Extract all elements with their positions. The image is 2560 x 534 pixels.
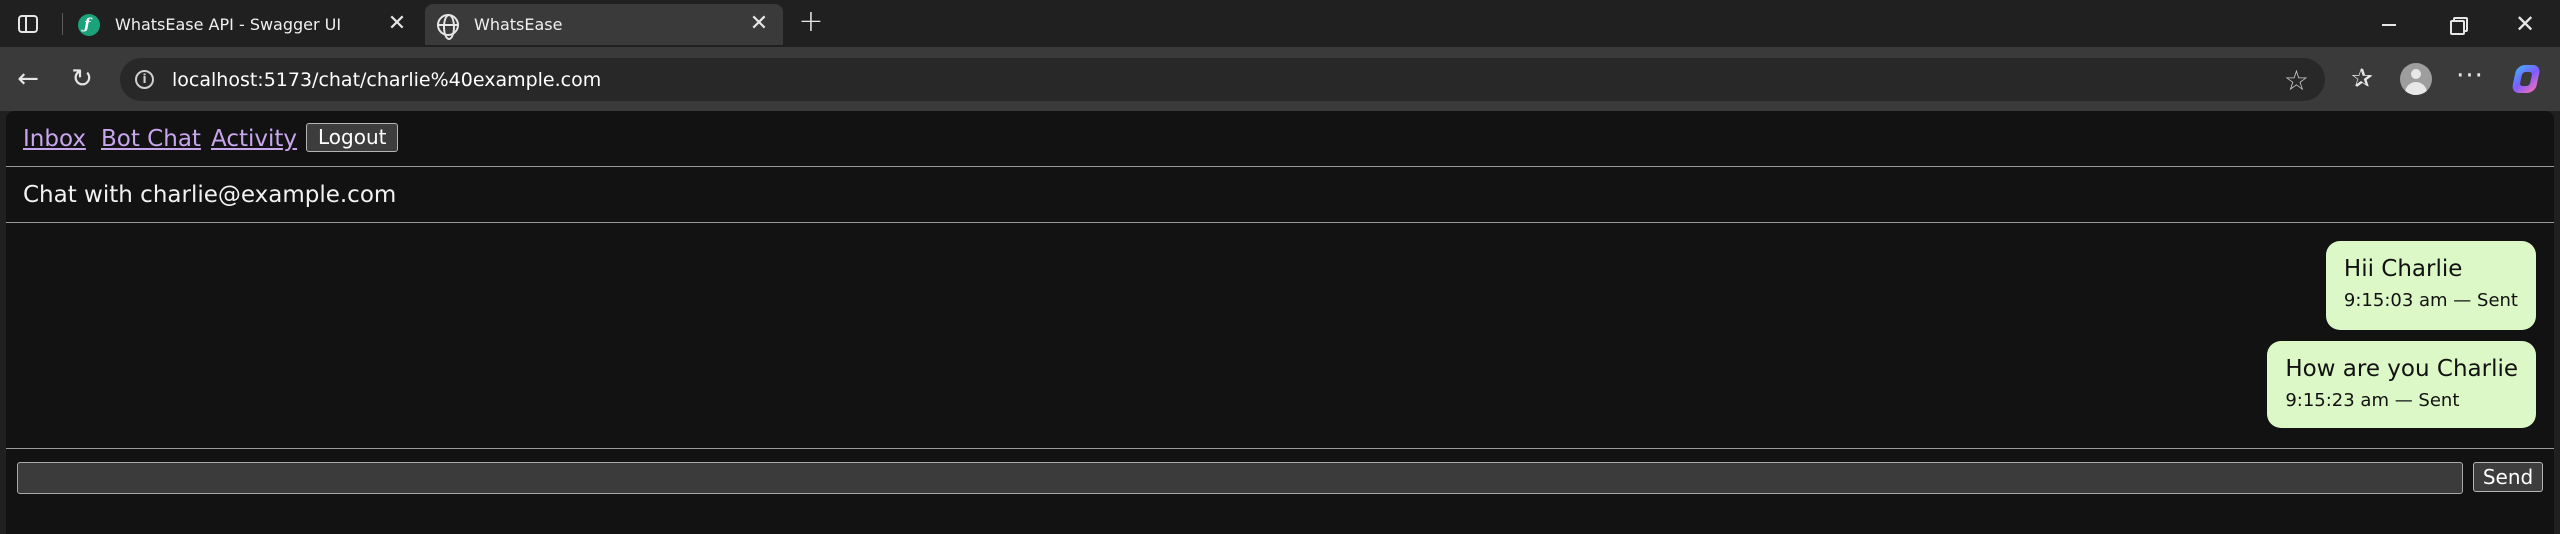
- logout-button[interactable]: Logout: [306, 123, 399, 152]
- site-info-icon[interactable]: i: [135, 70, 154, 89]
- message-meta: 9:15:03 am — Sent: [2343, 290, 2518, 311]
- url-text[interactable]: localhost:5173/chat/charlie%40example.co…: [172, 69, 601, 91]
- reload-icon[interactable]: ↻: [66, 63, 98, 95]
- nav-link-activity[interactable]: Activity: [211, 126, 297, 152]
- close-icon[interactable]: ✕: [747, 12, 771, 36]
- nav-link-bot-chat[interactable]: Bot Chat: [101, 126, 201, 152]
- chat-title: Chat with charlie@example.com: [23, 182, 397, 208]
- close-icon[interactable]: ✕: [385, 12, 409, 36]
- tab-title: WhatsEase API - Swagger UI: [115, 15, 342, 34]
- message-input[interactable]: [17, 462, 2463, 494]
- copilot-icon[interactable]: [2508, 61, 2544, 97]
- back-icon[interactable]: ←: [12, 63, 44, 95]
- new-tab-icon[interactable]: +: [796, 7, 826, 38]
- browser-toolbar: ← ↻ i localhost:5173/chat/charlie%40exam…: [0, 47, 2560, 111]
- tab-whatsease[interactable]: WhatsEase ✕: [425, 4, 783, 45]
- message-text: How are you Charlie: [2285, 356, 2518, 382]
- page-viewport: Inbox Bot Chat Activity Logout Chat with…: [6, 111, 2554, 534]
- star-icon[interactable]: ☆: [2284, 64, 2309, 97]
- tab-title: WhatsEase: [474, 15, 563, 34]
- app-nav: Inbox Bot Chat Activity Logout: [6, 111, 2554, 167]
- favorites-icon[interactable]: ✰: [2344, 61, 2380, 97]
- restore-icon[interactable]: [2437, 8, 2477, 40]
- nav-link-inbox[interactable]: Inbox: [23, 126, 86, 152]
- message-bubble: How are you Charlie 9:15:23 am — Sent: [2267, 341, 2536, 428]
- send-button[interactable]: Send: [2473, 462, 2543, 492]
- message-bubble: Hii Charlie 9:15:03 am — Sent: [2325, 241, 2536, 330]
- tab-swagger[interactable]: WhatsEase API - Swagger UI ✕: [66, 4, 421, 45]
- chat-header: Chat with charlie@example.com: [6, 168, 2554, 223]
- message-meta: 9:15:23 am — Sent: [2285, 390, 2460, 411]
- tab-strip: WhatsEase API - Swagger UI ✕ WhatsEase ✕…: [0, 0, 2560, 47]
- more-icon[interactable]: ···: [2452, 61, 2488, 97]
- message-text: Hii Charlie: [2343, 256, 2463, 282]
- profile-avatar[interactable]: [2398, 61, 2434, 97]
- tab-actions-icon[interactable]: [14, 12, 42, 36]
- window-close-icon[interactable]: ✕: [2505, 8, 2545, 40]
- minimize-icon[interactable]: [2368, 8, 2408, 40]
- tab-divider: [62, 13, 63, 35]
- message-composer: Send: [6, 448, 2554, 534]
- globe-icon: [437, 14, 459, 40]
- message-list: [6, 224, 2554, 360]
- address-bar[interactable]: i localhost:5173/chat/charlie%40example.…: [120, 58, 2325, 101]
- swagger-icon: [78, 14, 100, 36]
